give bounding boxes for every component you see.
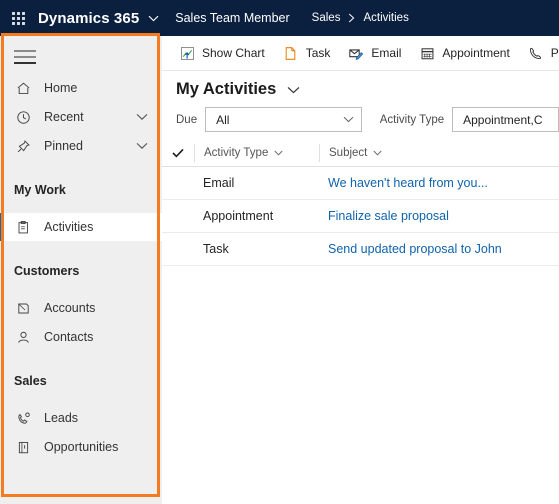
email-button[interactable]: Email [339,36,410,70]
column-header-subject[interactable]: Subject [319,144,559,162]
sidebar-item-activities[interactable]: Activities [0,213,162,241]
phone-call-button[interactable]: Phone Call [519,36,559,70]
sidebar-item-label: Contacts [44,329,94,344]
top-navigation-bar: Dynamics 365 Sales Team Member Sales Act… [0,0,559,36]
filter-row: Due All Activity Type Appointment,C [162,105,559,140]
clock-icon [14,108,32,126]
cell-activity-type: Email [203,176,235,190]
due-filter-label: Due [176,113,198,126]
sidebar-item-label: Opportunities [44,439,119,454]
activity-type-filter-dropdown[interactable]: Appointment,C [452,107,559,132]
sidebar-item-label: Activities [44,219,94,234]
sidebar-item-label: Leads [44,410,79,425]
command-label: Show Chart [202,46,265,60]
view-title-row: My Activities [162,71,559,105]
sidebar-group-customers: Customers [14,264,80,278]
calendar-icon [419,45,435,61]
subject-link[interactable]: Finalize sale proposal [328,209,449,223]
lead-phone-icon [14,409,32,427]
app-launcher-icon[interactable] [10,10,26,26]
chevron-down-icon[interactable] [287,86,300,94]
cell-subject: Send updated proposal to John [319,242,559,256]
cell-subject: Finalize sale proposal [319,209,559,223]
sidebar-item-label: Recent [44,109,84,124]
activity-type-filter-label: Activity Type [379,113,445,126]
sidebar-item-label: Accounts [44,300,96,315]
show-chart-icon [179,45,195,61]
chevron-down-icon [373,150,382,156]
sidebar-item-recent[interactable]: Recent [0,103,162,131]
chevron-down-icon[interactable] [136,142,148,150]
activity-type-filter-value: Appointment,C [463,112,543,127]
chevron-right-icon [348,13,355,23]
sidebar-item-accounts[interactable]: Accounts [0,294,162,322]
activities-grid: Activity Type Subject Email We haven't h… [162,140,559,266]
show-chart-button[interactable]: Show Chart [170,36,274,70]
app-name-label: Sales Team Member [175,11,290,25]
table-row[interactable]: Task Send updated proposal to John [162,233,559,266]
command-label: Task [305,46,331,60]
sidebar-group-sales: Sales [14,374,47,388]
email-envelope-icon [348,45,364,61]
command-bar: Show Chart Task Email Appointment P [162,36,559,71]
breadcrumb: Sales Activities [312,12,409,24]
cell-activity-type: Appointment [203,209,274,223]
chevron-down-icon [274,150,283,156]
appointment-button[interactable]: Appointment [410,36,518,70]
command-label: Phone Call [550,46,559,60]
subject-link[interactable]: We haven't heard from you... [328,176,488,190]
due-filter-dropdown[interactable]: All [205,107,362,132]
task-button[interactable]: Task [274,36,340,70]
pin-icon [14,137,32,155]
sidebar-item-contacts[interactable]: Contacts [0,323,162,351]
breadcrumb-parent[interactable]: Sales [312,12,341,24]
sidebar-group-my-work: My Work [14,183,66,197]
opportunity-icon [14,438,32,456]
dynamics-365-app: Dynamics 365 Sales Team Member Sales Act… [0,0,559,504]
sidebar-item-label: Pinned [44,138,83,153]
column-header-label: Activity Type [204,147,269,159]
column-header-activity-type[interactable]: Activity Type [194,144,319,162]
sidebar-item-leads[interactable]: Leads [0,404,162,432]
brand-title: Dynamics 365 [38,9,140,27]
chevron-down-icon [336,116,361,123]
account-icon [14,299,32,317]
main-content: Show Chart Task Email Appointment P My A… [162,36,559,504]
column-header-label: Subject [329,147,368,159]
home-icon [14,79,32,97]
chevron-down-icon[interactable] [136,113,148,121]
cell-subject: We haven't heard from you... [319,176,559,190]
page-title: My Activities [176,80,277,98]
contact-icon [14,328,32,346]
sidebar-item-home[interactable]: Home [0,74,162,102]
due-filter-value: All [216,112,230,127]
breadcrumb-current[interactable]: Activities [363,12,408,24]
sidebar-navigation: Home Recent Pinned My Work Activities Cu… [0,36,162,504]
command-label: Appointment [442,46,510,60]
task-page-icon [283,45,299,61]
table-row[interactable]: Email We haven't heard from you... [162,167,559,200]
subject-link[interactable]: Send updated proposal to John [328,242,502,256]
chevron-down-icon[interactable] [148,9,159,27]
hamburger-icon[interactable] [14,50,36,64]
command-label: Email [371,46,402,60]
select-all-checkbox[interactable] [162,148,194,158]
grid-header-row: Activity Type Subject [162,140,559,167]
sidebar-item-pinned[interactable]: Pinned [0,132,162,160]
cell-activity-type: Task [203,242,229,256]
phone-handset-icon [528,45,544,61]
clipboard-icon [14,218,32,236]
sidebar-item-label: Home [44,80,78,95]
sidebar-item-opportunities[interactable]: Opportunities [0,433,162,461]
table-row[interactable]: Appointment Finalize sale proposal [162,200,559,233]
